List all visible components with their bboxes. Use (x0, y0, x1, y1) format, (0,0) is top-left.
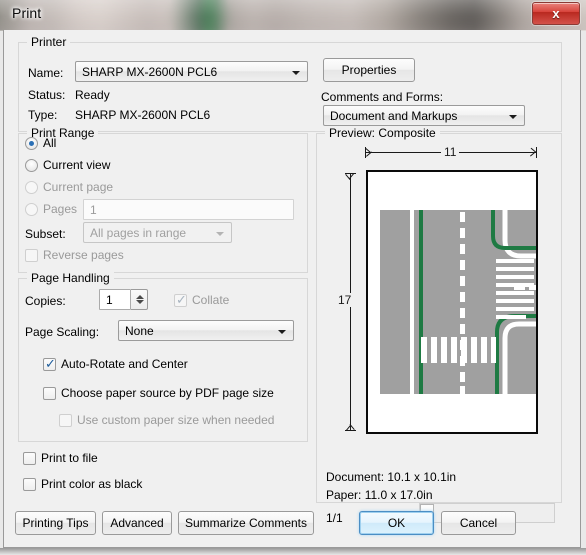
pages-input: 1 (83, 199, 294, 220)
auto-rotate-label: Auto-Rotate and Center (61, 357, 188, 371)
comments-and-forms-label: Comments and Forms: (321, 90, 444, 104)
preview-width-value: 11 (441, 145, 460, 159)
advanced-button[interactable]: Advanced (102, 511, 172, 535)
close-icon: x (552, 6, 560, 21)
auto-rotate-checkbox[interactable]: ✓ (43, 356, 56, 371)
ok-button[interactable]: OK (359, 511, 434, 535)
radio-current-view-label: Current view (43, 158, 111, 172)
print-color-as-black-label: Print color as black (41, 477, 143, 491)
page-scaling-label: Page Scaling: (25, 325, 100, 339)
check-icon: ✓ (45, 356, 56, 371)
copies-label: Copies: (25, 294, 66, 308)
printer-status-label: Status: (28, 88, 66, 102)
stepper-up-icon (136, 295, 144, 299)
chevron-down-icon (278, 330, 286, 334)
road-intersection-drawing (368, 172, 536, 432)
radio-current-page (25, 181, 38, 194)
radio-all-dot (29, 141, 34, 146)
window-drop-shadow (0, 548, 586, 555)
chevron-down-icon (509, 115, 517, 119)
printer-status-value: Ready (75, 88, 110, 102)
page-handling-group-legend: Page Handling (27, 271, 114, 285)
page-scaling-value: None (125, 324, 154, 338)
printer-name-select[interactable]: SHARP MX-2600N PCL6 (75, 61, 308, 82)
print-color-as-black-checkbox[interactable] (23, 478, 36, 491)
stepper-down-icon (136, 300, 144, 304)
collate-checkbox: ✓ (174, 292, 187, 307)
subset-label: Subset: (25, 227, 66, 241)
choose-paper-source-label: Choose paper source by PDF page size (61, 386, 274, 400)
choose-paper-source-checkbox[interactable] (43, 387, 56, 400)
close-button[interactable]: x (532, 2, 580, 25)
title-bar-glass-overlay (0, 0, 586, 30)
comments-and-forms-select[interactable]: Document and Markups (323, 105, 525, 126)
properties-button[interactable]: Properties (323, 58, 415, 82)
chevron-down-icon (216, 232, 224, 236)
preview-height-value: 17 (335, 293, 355, 307)
printer-type-label: Type: (28, 108, 58, 122)
print-to-file-checkbox[interactable] (23, 452, 36, 465)
printer-group-legend: Printer (27, 35, 71, 49)
pages-input-value: 1 (90, 203, 97, 217)
summarize-comments-button[interactable]: Summarize Comments (178, 511, 314, 535)
check-icon: ✓ (176, 292, 187, 307)
copies-input[interactable]: 1 (99, 289, 131, 310)
radio-current-view[interactable] (25, 159, 38, 172)
custom-paper-size-checkbox (59, 414, 72, 427)
dialog-body: Printer Name: SHARP MX-2600N PCL6 Status… (3, 30, 581, 548)
preview-group-legend: Preview: Composite (325, 126, 440, 140)
cancel-button[interactable]: Cancel (441, 511, 516, 535)
radio-current-page-label: Current page (43, 180, 114, 194)
chevron-down-icon (292, 71, 300, 75)
printer-name-label: Name: (28, 66, 64, 80)
copies-stepper[interactable] (131, 289, 148, 310)
custom-paper-size-label: Use custom paper size when needed (77, 413, 275, 427)
print-to-file-label: Print to file (41, 451, 98, 465)
page-scaling-select[interactable]: None (118, 320, 294, 341)
print-range-group-legend: Print Range (27, 126, 99, 140)
printing-tips-button[interactable]: Printing Tips (15, 511, 96, 535)
document-size-label: Document: 10.1 x 10.1in (326, 470, 457, 484)
reverse-pages-label: Reverse pages (43, 248, 124, 262)
subset-select: All pages in range (83, 222, 232, 243)
collate-label: Collate (192, 293, 230, 307)
radio-pages (25, 203, 38, 216)
subset-value: All pages in range (90, 226, 187, 240)
radio-all-label: All (43, 136, 57, 150)
radio-all[interactable] (25, 137, 38, 150)
copies-value: 1 (106, 293, 113, 307)
comments-and-forms-value: Document and Markups (330, 109, 458, 123)
window-title: Print (12, 5, 42, 21)
radio-pages-label: Pages (43, 202, 78, 216)
print-dialog-window: Print x Printer Name: SHARP MX-2600N PCL… (0, 0, 586, 555)
reverse-pages-checkbox (25, 249, 38, 262)
page-preview (366, 170, 538, 434)
page-counter-label: 1/1 (326, 511, 343, 525)
printer-type-value: SHARP MX-2600N PCL6 (75, 108, 211, 122)
printer-name-value: SHARP MX-2600N PCL6 (82, 65, 218, 79)
paper-size-label: Paper: 11.0 x 17.0in (326, 488, 433, 502)
